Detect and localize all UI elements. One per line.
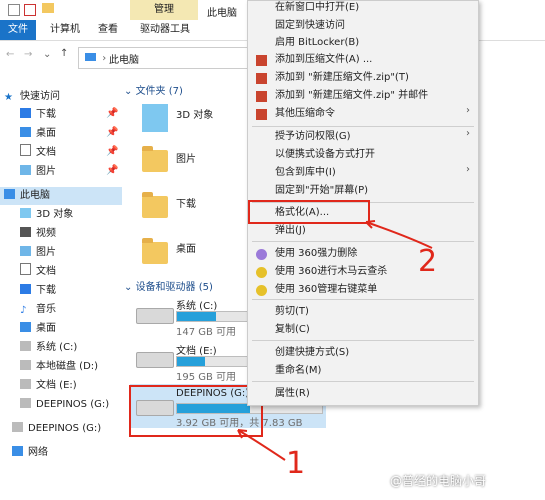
- annotation-number-two: 2: [418, 244, 438, 279]
- watermark: @普经的电脑小哥: [390, 474, 487, 488]
- annotation-number-one: 1: [286, 446, 306, 481]
- annotation-arrows: [237, 220, 433, 461]
